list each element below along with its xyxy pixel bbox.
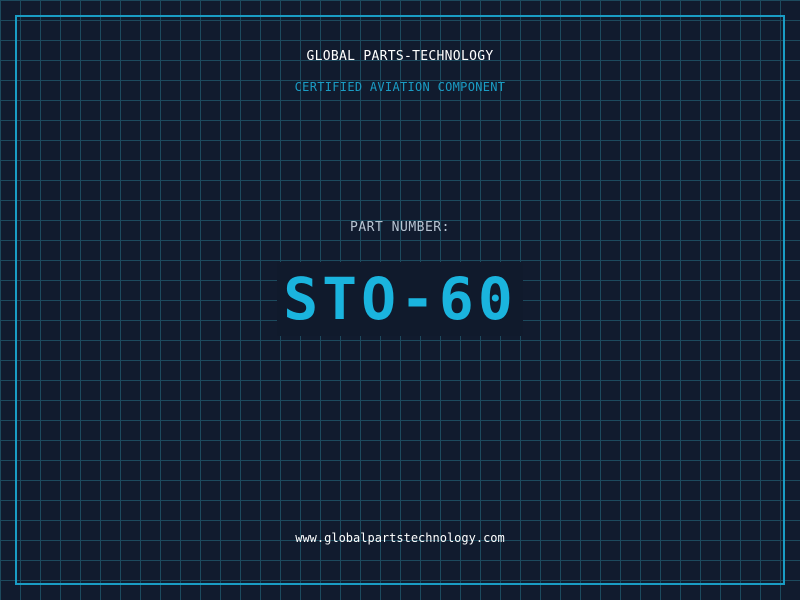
certification-tagline: CERTIFIED AVIATION COMPONENT	[294, 80, 506, 94]
brand-name: GLOBAL PARTS-TECHNOLOGY	[306, 49, 494, 64]
part-label-card: GLOBAL PARTS-TECHNOLOGY CERTIFIED AVIATI…	[0, 0, 800, 600]
part-number-container: STO-60	[0, 262, 800, 336]
website-url: www.globalpartstechnology.com	[295, 531, 505, 545]
part-number-value: STO-60	[277, 262, 523, 336]
part-number-label: PART NUMBER:	[350, 220, 450, 235]
